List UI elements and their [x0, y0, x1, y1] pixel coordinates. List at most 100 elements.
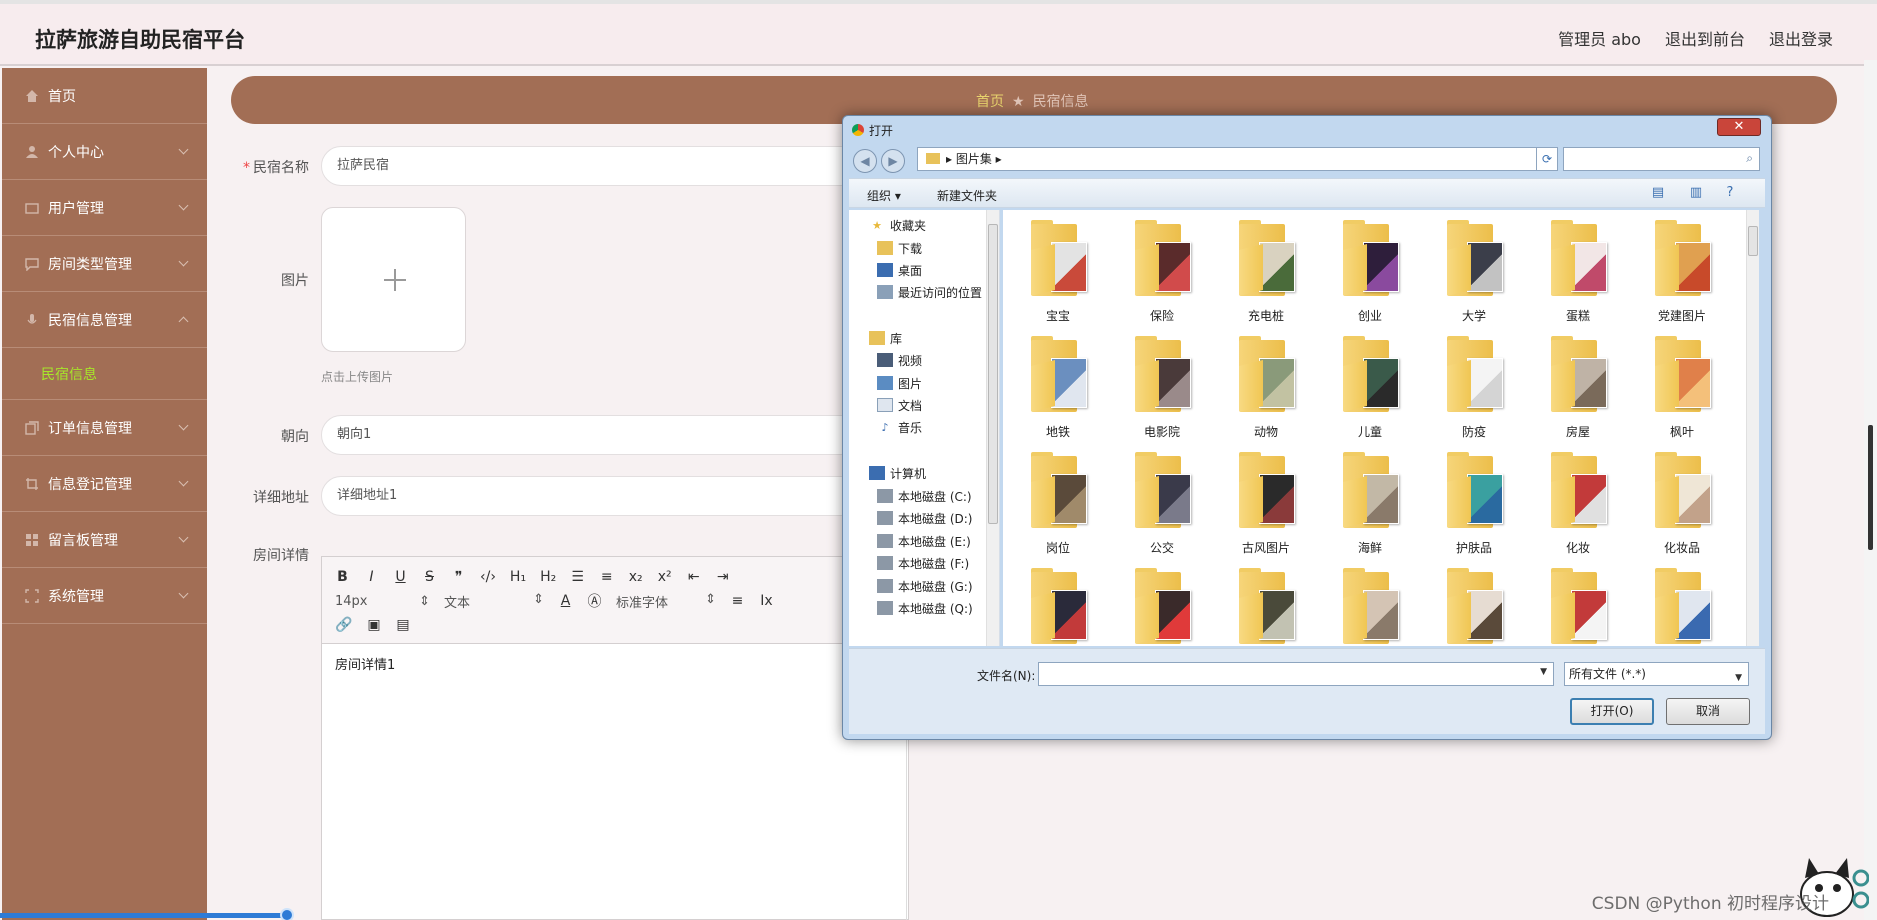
folder-item[interactable]: 动物 — [1221, 328, 1311, 439]
folder-item[interactable]: 海鲜 — [1325, 444, 1415, 555]
font-size-select[interactable]: 14px ⇕ — [335, 594, 430, 609]
nav-videos[interactable]: 视频 — [877, 349, 922, 371]
sidebar-item-personal-center[interactable]: 个人中心 — [2, 124, 207, 180]
folder-item[interactable]: 保险 — [1117, 212, 1207, 323]
folder-item[interactable]: 创业 — [1325, 212, 1415, 323]
italic-icon[interactable]: I — [364, 569, 379, 585]
new-folder-button[interactable]: 新建文件夹 — [937, 187, 997, 204]
sidebar-item-homestay-info[interactable]: 民宿信息管理 — [2, 292, 207, 348]
homestay-name-input[interactable]: 拉萨民宿 — [321, 146, 861, 186]
sidebar-item-system[interactable]: 系统管理 — [2, 568, 207, 624]
underline-icon[interactable]: U — [393, 569, 408, 585]
block-type-select[interactable]: 文本 ⇕ — [444, 592, 544, 611]
filetype-select[interactable]: 所有文件 (*.*) ▼ — [1564, 662, 1749, 686]
code-icon[interactable]: ‹/› — [480, 569, 496, 585]
open-button[interactable]: 打开(O) — [1570, 698, 1654, 725]
nav-music[interactable]: ♪ 音乐 — [877, 416, 922, 438]
nav-drive-e[interactable]: 本地磁盘 (E:) — [877, 530, 971, 552]
logout-link[interactable]: 退出登录 — [1769, 26, 1833, 50]
superscript-icon[interactable]: x² — [657, 569, 672, 585]
help-icon[interactable]: ? — [1721, 185, 1739, 201]
folder-item[interactable]: 蛋糕 — [1533, 212, 1623, 323]
folder-item[interactable]: 宝宝 — [1013, 212, 1103, 323]
folder-item[interactable]: 充电桩 — [1221, 212, 1311, 323]
folder-item[interactable]: 护肤品 — [1429, 444, 1519, 555]
background-color-icon[interactable]: Ⓐ — [587, 591, 602, 611]
file-scrollbar[interactable] — [1746, 210, 1759, 646]
nav-drive-d[interactable]: 本地磁盘 (D:) — [877, 507, 972, 529]
nav-drive-g[interactable]: 本地磁盘 (G:) — [877, 575, 973, 597]
sidebar-item-home[interactable]: 首页 — [2, 68, 207, 124]
link-icon[interactable]: 🔗 — [335, 617, 352, 633]
filename-input[interactable]: ▼ — [1038, 662, 1554, 686]
clear-format-icon[interactable]: Ix — [759, 593, 774, 609]
indent-icon[interactable]: ⇥ — [715, 569, 730, 585]
preview-pane-icon[interactable]: ▥ — [1687, 185, 1705, 201]
address-input[interactable]: 详细地址1 — [321, 476, 861, 516]
bold-icon[interactable]: B — [335, 569, 350, 585]
sidebar-item-user-management[interactable]: 用户管理 — [2, 180, 207, 236]
chevron-down-icon[interactable]: ▼ — [1540, 667, 1547, 677]
editor-content[interactable]: 房间详情1 — [322, 644, 908, 683]
search-input[interactable]: ⌕ — [1563, 147, 1760, 171]
nav-downloads[interactable]: 下载 — [877, 237, 922, 259]
refresh-icon[interactable]: ⟳ — [1536, 147, 1558, 171]
folder-item[interactable]: 党建图片 — [1637, 212, 1727, 323]
video-icon[interactable]: ▤ — [395, 617, 410, 633]
quote-icon[interactable]: ❞ — [451, 569, 466, 585]
ordered-list-icon[interactable]: ☰ — [570, 569, 585, 585]
close-button[interactable]: ✕ — [1717, 118, 1761, 136]
folder-item[interactable] — [1429, 560, 1519, 646]
heading1-icon[interactable]: H₁ — [510, 569, 526, 585]
folder-item[interactable]: 儿童 — [1325, 328, 1415, 439]
breadcrumb-home[interactable]: 首页 — [976, 94, 1004, 110]
forward-button[interactable]: ▶ — [881, 149, 905, 173]
folder-item[interactable]: 房屋 — [1533, 328, 1623, 439]
nav-recent[interactable]: 最近访问的位置 — [877, 281, 982, 303]
image-upload[interactable] — [321, 207, 466, 352]
folder-item[interactable] — [1117, 560, 1207, 646]
sidebar-item-message-board[interactable]: 留言板管理 — [2, 512, 207, 568]
folder-item[interactable]: 地铁 — [1013, 328, 1103, 439]
align-icon[interactable]: ≡ — [730, 593, 745, 609]
strike-icon[interactable]: S — [422, 569, 437, 585]
sidebar-item-order-info[interactable]: 订单信息管理 — [2, 400, 207, 456]
view-icon[interactable]: ▤ — [1649, 185, 1667, 201]
nav-desktop[interactable]: 桌面 — [877, 259, 922, 281]
organize-button[interactable]: 组织 ▾ — [867, 187, 901, 204]
folder-item[interactable] — [1637, 560, 1727, 646]
folder-item[interactable]: 岗位 — [1013, 444, 1103, 555]
sidebar-subitem-homestay[interactable]: 民宿信息 — [2, 348, 207, 400]
sidebar-item-registration[interactable]: 信息登记管理 — [2, 456, 207, 512]
heading2-icon[interactable]: H₂ — [540, 569, 556, 585]
address-bar[interactable]: ▸ 图片集 ▸ — [917, 147, 1547, 171]
nav-favorites[interactable]: ★ 收藏夹 — [869, 214, 926, 236]
bullet-list-icon[interactable]: ≡ — [599, 569, 614, 585]
image-icon[interactable]: ▣ — [366, 617, 381, 633]
outdent-icon[interactable]: ⇤ — [686, 569, 701, 585]
folder-item[interactable]: 电影院 — [1117, 328, 1207, 439]
nav-scrollbar[interactable] — [986, 210, 999, 646]
sidebar-item-room-type[interactable]: 房间类型管理 — [2, 236, 207, 292]
folder-item[interactable]: 公交 — [1117, 444, 1207, 555]
subscript-icon[interactable]: x₂ — [628, 569, 643, 585]
nav-drive-f[interactable]: 本地磁盘 (F:) — [877, 552, 969, 574]
font-family-select[interactable]: 标准字体 ⇕ — [616, 592, 716, 611]
cancel-button[interactable]: 取消 — [1666, 698, 1750, 725]
admin-user-link[interactable]: 管理员 abo — [1558, 26, 1641, 50]
folder-item[interactable] — [1013, 560, 1103, 646]
folder-item[interactable]: 防疫 — [1429, 328, 1519, 439]
back-button[interactable]: ◀ — [853, 149, 877, 173]
orientation-input[interactable]: 朝向1 — [321, 415, 861, 455]
folder-item[interactable] — [1533, 560, 1623, 646]
page-scrollbar[interactable] — [1864, 60, 1877, 920]
folder-item[interactable]: 古风图片 — [1221, 444, 1311, 555]
folder-item[interactable]: 化妆品 — [1637, 444, 1727, 555]
folder-item[interactable]: 化妆 — [1533, 444, 1623, 555]
exit-to-frontend-link[interactable]: 退出到前台 — [1665, 26, 1745, 50]
nav-pictures[interactable]: 图片 — [877, 372, 922, 394]
video-progress[interactable] — [0, 908, 294, 920]
nav-documents[interactable]: 文档 — [877, 394, 922, 416]
folder-item[interactable] — [1325, 560, 1415, 646]
nav-drive-c[interactable]: 本地磁盘 (C:) — [877, 485, 972, 507]
